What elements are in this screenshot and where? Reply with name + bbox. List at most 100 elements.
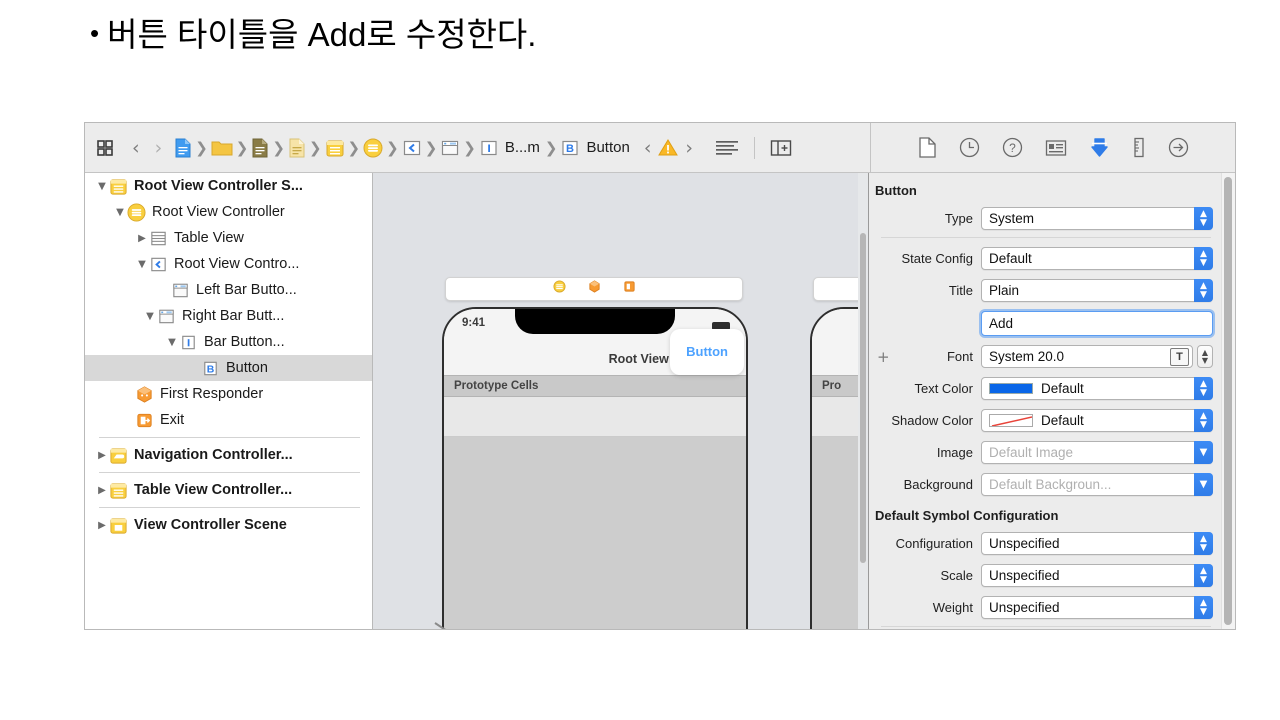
breadcrumb-label-button[interactable]: Button [586, 139, 629, 156]
navigation-item-icon[interactable] [402, 138, 422, 158]
folder-icon[interactable] [211, 139, 233, 157]
iphone-preview-main[interactable]: 9:41 Root View Controller Button Prototy… [442, 307, 748, 630]
disclosure-triangle[interactable]: ▼ [95, 181, 109, 192]
disclosure-triangle[interactable]: ▼ [143, 311, 157, 322]
outline-row-table-view[interactable]: ▶ Table View [85, 225, 372, 251]
outline-row-scene[interactable]: ▼ Root View Controller S... [85, 173, 372, 199]
chevron-updown-icon[interactable]: ▲▼ [1194, 564, 1213, 587]
chevron-updown-icon[interactable]: ▲▼ [1194, 409, 1213, 432]
chevron-updown-icon[interactable]: ▲▼ [1194, 377, 1213, 400]
add-attribute-icon[interactable]: + [877, 348, 890, 366]
editor-panes: ▼ Root View Controller S... ▼ Root View … [85, 173, 1235, 630]
outline-row-exit[interactable]: Exit [85, 407, 372, 433]
font-field[interactable]: System 20.0 T [981, 345, 1193, 368]
title-popup[interactable]: Plain ▲▼ [981, 279, 1213, 302]
outline-label: Root View Contro... [174, 256, 299, 272]
outline-row-navigation-controller-scene[interactable]: ▶ Navigation Controller... [85, 442, 372, 468]
button-b-icon[interactable]: B [560, 138, 580, 158]
chevron-updown-icon[interactable]: ▲▼ [1194, 596, 1213, 619]
exit-dock-icon[interactable] [623, 280, 636, 298]
text-color-popup[interactable]: Default ▲▼ [981, 377, 1213, 400]
outline-label: Right Bar Butt... [182, 308, 284, 324]
storyboard-file-icon[interactable] [288, 138, 306, 158]
nav-back-button[interactable]: ‹ [132, 137, 140, 159]
outline-row-right-bar-button[interactable]: ▼ Right Bar Butt... [85, 303, 372, 329]
chevron-down-icon[interactable]: ▼ [1194, 441, 1213, 464]
chevron-updown-icon[interactable]: ▲▼ [1194, 279, 1213, 302]
font-size-stepper[interactable]: ▲▼ [1197, 345, 1213, 368]
outline-row-button[interactable]: B Button [85, 355, 372, 381]
bar-button-item-icon [157, 307, 176, 326]
type-popup[interactable]: System ▲▼ [981, 207, 1213, 230]
prototype-cell[interactable] [444, 397, 746, 437]
document-icon[interactable] [251, 138, 269, 158]
grid-view-icon[interactable] [95, 138, 115, 158]
disclosure-triangle[interactable]: ▼ [135, 259, 149, 270]
table-view-body[interactable] [444, 437, 746, 630]
inspector-scrollbar[interactable] [1221, 173, 1235, 630]
issue-prev-button[interactable]: ‹ [644, 137, 652, 159]
bar-button-i-icon[interactable] [479, 138, 499, 158]
first-responder-dock-icon[interactable] [588, 280, 601, 298]
text-lines-icon[interactable] [714, 139, 740, 157]
font-picker-icon[interactable]: T [1170, 348, 1189, 366]
configuration-popup[interactable]: Unspecified ▲▼ [981, 532, 1213, 555]
bar-button-item-icon[interactable] [440, 138, 460, 158]
size-inspector-tab[interactable] [1132, 137, 1146, 158]
attributes-inspector-tab[interactable] [1089, 137, 1110, 159]
text-color-row: Text Color Default ▲▼ [869, 374, 1221, 403]
file-inspector-tab[interactable] [918, 137, 937, 158]
storyboard-canvas[interactable]: 9:41 Root View Controller Button Prototy… [373, 173, 869, 630]
background-label: Background [869, 477, 981, 492]
scene-icon[interactable] [325, 138, 345, 158]
warning-triangle-icon[interactable] [658, 138, 678, 157]
table-view-controller-scene-icon [109, 481, 128, 500]
chevron-down-icon[interactable]: ▼ [1194, 473, 1213, 496]
chevron-updown-icon[interactable]: ▲▼ [1194, 532, 1213, 555]
identity-inspector-tab[interactable] [1045, 139, 1067, 157]
shadow-color-popup[interactable]: Default ▲▼ [981, 409, 1213, 432]
outline-row-bar-button[interactable]: ▼ Bar Button... [85, 329, 372, 355]
disclosure-triangle[interactable]: ▶ [135, 233, 149, 244]
connections-inspector-tab[interactable] [1168, 137, 1189, 158]
issue-next-button[interactable]: › [685, 137, 693, 159]
toolbar: ‹ › ❯ ❯ [85, 123, 1235, 173]
outline-divider [99, 507, 360, 508]
outline-row-table-view-controller-scene[interactable]: ▶ Table View Controller... [85, 477, 372, 503]
table-view-icon [149, 229, 168, 248]
assistant-editor-icon[interactable] [769, 138, 793, 158]
chevron-updown-icon[interactable]: ▲▼ [1194, 207, 1213, 230]
canvas-scrollbar-thumb[interactable] [860, 233, 866, 563]
weight-popup[interactable]: Unspecified ▲▼ [981, 596, 1213, 619]
outline-row-navigation-item[interactable]: ▼ Root View Contro... [85, 251, 372, 277]
view-controller-dock-icon[interactable] [553, 280, 566, 298]
disclosure-triangle[interactable]: ▼ [113, 207, 127, 218]
state-config-popup[interactable]: Default ▲▼ [981, 247, 1213, 270]
outline-row-view-controller-scene[interactable]: ▶ View Controller Scene [85, 512, 372, 538]
outline-row-left-bar-button[interactable]: ▶ Left Bar Butto... [85, 277, 372, 303]
chevron-updown-icon[interactable]: ▲▼ [1194, 247, 1213, 270]
breadcrumb-label-barbutton[interactable]: B...m [505, 139, 540, 156]
view-controller-icon[interactable] [363, 138, 383, 158]
selected-button-callout[interactable]: Button [670, 329, 744, 375]
scale-row: Scale Unspecified ▲▼ [869, 561, 1221, 590]
inspector-scrollbar-thumb[interactable] [1224, 177, 1232, 625]
svg-text:B: B [207, 364, 215, 375]
history-inspector-tab[interactable] [959, 137, 980, 158]
background-combo[interactable]: Default Backgroun... ▼ [981, 473, 1213, 496]
scene-dock[interactable] [445, 277, 743, 301]
background-row: Background Default Backgroun... ▼ [869, 470, 1221, 499]
disclosure-triangle[interactable]: ▶ [95, 485, 109, 496]
scale-popup[interactable]: Unspecified ▲▼ [981, 564, 1213, 587]
source-file-icon[interactable] [174, 138, 192, 158]
shadow-color-label: Shadow Color [869, 413, 981, 428]
disclosure-triangle[interactable]: ▼ [165, 337, 179, 348]
outline-row-first-responder[interactable]: First Responder [85, 381, 372, 407]
nav-forward-button[interactable]: › [155, 137, 163, 159]
image-combo[interactable]: Default Image ▼ [981, 441, 1213, 464]
outline-row-root-view-controller[interactable]: ▼ Root View Controller [85, 199, 372, 225]
disclosure-triangle[interactable]: ▶ [95, 450, 109, 461]
disclosure-triangle[interactable]: ▶ [95, 520, 109, 531]
quick-help-inspector-tab[interactable]: ? [1002, 137, 1023, 158]
title-text-input[interactable]: Add [981, 311, 1213, 336]
